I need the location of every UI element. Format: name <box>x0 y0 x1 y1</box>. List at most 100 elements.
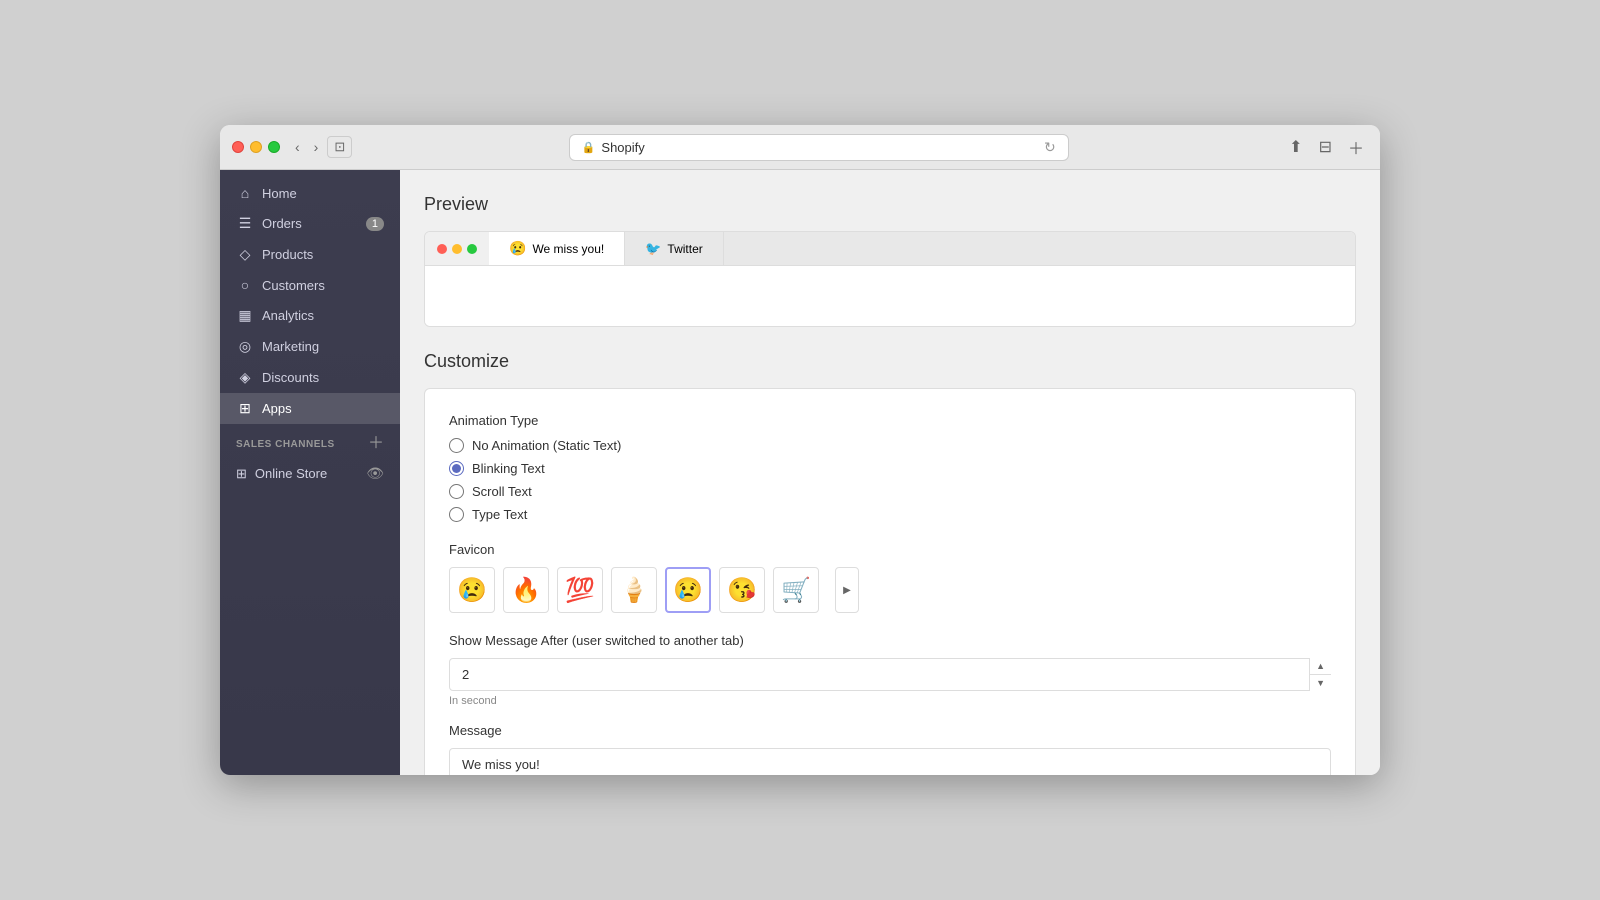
preview-browser-bar: 😢 We miss you! 🐦 Twitter <box>425 232 1355 266</box>
animation-radio-group: No Animation (Static Text) Blinking Text… <box>449 438 1331 522</box>
radio-label-scroll-text: Scroll Text <box>472 484 532 499</box>
spinner-up[interactable]: ▲ <box>1310 658 1331 675</box>
show-message-input[interactable] <box>449 658 1331 691</box>
address-text: Shopify <box>601 140 644 155</box>
favicon-option-fav7[interactable]: 🛒 <box>773 567 819 613</box>
radio-label-no-animation: No Animation (Static Text) <box>472 438 621 453</box>
radio-no-animation[interactable] <box>449 438 464 453</box>
traffic-lights <box>232 141 280 153</box>
add-sales-channel-button[interactable]: ＋ <box>368 436 384 452</box>
discounts-icon: ◈ <box>236 369 254 386</box>
browser-window: ‹ › ⊡ 🔒 Shopify ↻ ⬆ ⊟ ＋ ⌂ Home ☰ Orders … <box>220 125 1380 775</box>
address-bar[interactable]: 🔒 Shopify ↻ <box>569 134 1069 161</box>
customers-label: Customers <box>262 278 325 293</box>
radio-item-scroll-text[interactable]: Scroll Text <box>449 484 1331 499</box>
favicon-option-fav5[interactable]: 😢 <box>665 567 711 613</box>
lock-icon: 🔒 <box>582 141 596 154</box>
favicon-option-fav3[interactable]: 💯 <box>557 567 603 613</box>
sidebar-item-apps[interactable]: ⊞ Apps <box>220 393 400 424</box>
radio-blinking-text[interactable] <box>449 461 464 476</box>
marketing-label: Marketing <box>262 339 319 354</box>
favicon-option-fav4[interactable]: 🍦 <box>611 567 657 613</box>
online-store-label: Online Store <box>255 466 327 481</box>
number-input-wrap: ▲ ▼ <box>449 658 1331 691</box>
analytics-label: Analytics <box>262 308 314 323</box>
customers-icon: ○ <box>236 277 254 293</box>
sales-channels-label: SALES CHANNELS <box>236 439 335 450</box>
radio-item-no-animation[interactable]: No Animation (Static Text) <box>449 438 1331 453</box>
preview-tab-miss-you[interactable]: 😢 We miss you! <box>489 232 625 265</box>
online-store-icon: ⊞ <box>236 466 247 482</box>
app-content: ⌂ Home ☰ Orders 1 ◇ Products ○ Customers… <box>220 170 1380 775</box>
traffic-light-green[interactable] <box>268 141 280 153</box>
eye-button[interactable]: 👁 <box>366 465 384 482</box>
sidebar: ⌂ Home ☰ Orders 1 ◇ Products ○ Customers… <box>220 170 400 775</box>
customize-container: Animation Type No Animation (Static Text… <box>424 388 1356 775</box>
favicon-option-fav2[interactable]: 🔥 <box>503 567 549 613</box>
orders-icon: ☰ <box>236 215 254 232</box>
sales-channels-section: SALES CHANNELS ＋ <box>220 424 400 458</box>
show-message-row: Show Message After (user switched to ano… <box>449 633 1331 707</box>
analytics-icon: ▦ <box>236 307 254 324</box>
radio-item-type-text[interactable]: Type Text <box>449 507 1331 522</box>
preview-tl-green <box>467 244 477 254</box>
radio-item-blinking-text[interactable]: Blinking Text <box>449 461 1331 476</box>
in-second-helper: In second <box>449 695 1331 707</box>
traffic-light-yellow[interactable] <box>250 141 262 153</box>
apps-label: Apps <box>262 401 292 416</box>
sidebar-item-customers[interactable]: ○ Customers <box>220 270 400 300</box>
customize-title: Customize <box>424 351 1356 372</box>
tab2-text: Twitter <box>667 242 702 256</box>
sidebar-nav: ⌂ Home ☰ Orders 1 ◇ Products ○ Customers… <box>220 178 400 424</box>
twitter-bird-icon: 🐦 <box>645 241 661 257</box>
share-button[interactable]: ⬆ <box>1285 135 1306 159</box>
preview-tabs: 😢 We miss you! 🐦 Twitter <box>489 232 1355 265</box>
forward-button[interactable]: › <box>309 136 324 158</box>
sidebar-item-analytics[interactable]: ▦ Analytics <box>220 300 400 331</box>
radio-label-blinking-text: Blinking Text <box>472 461 545 476</box>
preview-body <box>425 266 1355 326</box>
sidebar-item-home[interactable]: ⌂ Home <box>220 178 400 208</box>
browser-actions: ⬆ ⊟ ＋ <box>1285 133 1368 161</box>
radio-type-text[interactable] <box>449 507 464 522</box>
tab-spacer <box>724 232 1355 265</box>
radio-label-type-text: Type Text <box>472 507 527 522</box>
radio-scroll-text[interactable] <box>449 484 464 499</box>
back-button[interactable]: ‹ <box>290 136 305 158</box>
apps-icon: ⊞ <box>236 400 254 417</box>
favicon-row: 😢🔥💯🍦😢😘🛒▶ <box>449 567 1331 613</box>
online-store-item[interactable]: ⊞ Online Store 👁 <box>220 458 400 489</box>
main-content: Preview 😢 We miss you! 🐦 <box>400 170 1380 775</box>
sidebar-item-discounts[interactable]: ◈ Discounts <box>220 362 400 393</box>
tab-view-button[interactable]: ⊡ <box>327 136 352 158</box>
message-input[interactable] <box>449 748 1331 775</box>
new-tab-button[interactable]: ＋ <box>1344 133 1368 161</box>
spinner-down[interactable]: ▼ <box>1310 675 1331 691</box>
tab1-emoji: 😢 <box>509 240 526 257</box>
favicon-option-fav6[interactable]: 😘 <box>719 567 765 613</box>
favicon-option-fav1[interactable]: 😢 <box>449 567 495 613</box>
home-icon: ⌂ <box>236 185 254 201</box>
home-label: Home <box>262 186 297 201</box>
tab1-text: We miss you! <box>532 242 604 256</box>
preview-tab-twitter[interactable]: 🐦 Twitter <box>625 232 724 265</box>
sidebar-item-orders[interactable]: ☰ Orders 1 <box>220 208 400 239</box>
animation-type-label: Animation Type <box>449 413 1331 428</box>
browser-chrome: ‹ › ⊡ 🔒 Shopify ↻ ⬆ ⊟ ＋ <box>220 125 1380 170</box>
nav-buttons: ‹ › ⊡ <box>290 136 352 158</box>
favicon-scroll-button[interactable]: ▶ <box>835 567 859 613</box>
message-row: Message <box>449 723 1331 775</box>
products-icon: ◇ <box>236 246 254 263</box>
show-message-label: Show Message After (user switched to ano… <box>449 633 1331 648</box>
preview-tl-red <box>437 244 447 254</box>
marketing-icon: ◎ <box>236 338 254 355</box>
preview-title: Preview <box>424 194 1356 215</box>
sidebar-item-marketing[interactable]: ◎ Marketing <box>220 331 400 362</box>
traffic-light-red[interactable] <box>232 141 244 153</box>
reload-icon[interactable]: ↻ <box>1044 139 1056 156</box>
discounts-label: Discounts <box>262 370 319 385</box>
reader-view-button[interactable]: ⊟ <box>1315 135 1336 159</box>
online-store-left: ⊞ Online Store <box>236 466 327 482</box>
sidebar-item-products[interactable]: ◇ Products <box>220 239 400 270</box>
preview-tl-yellow <box>452 244 462 254</box>
